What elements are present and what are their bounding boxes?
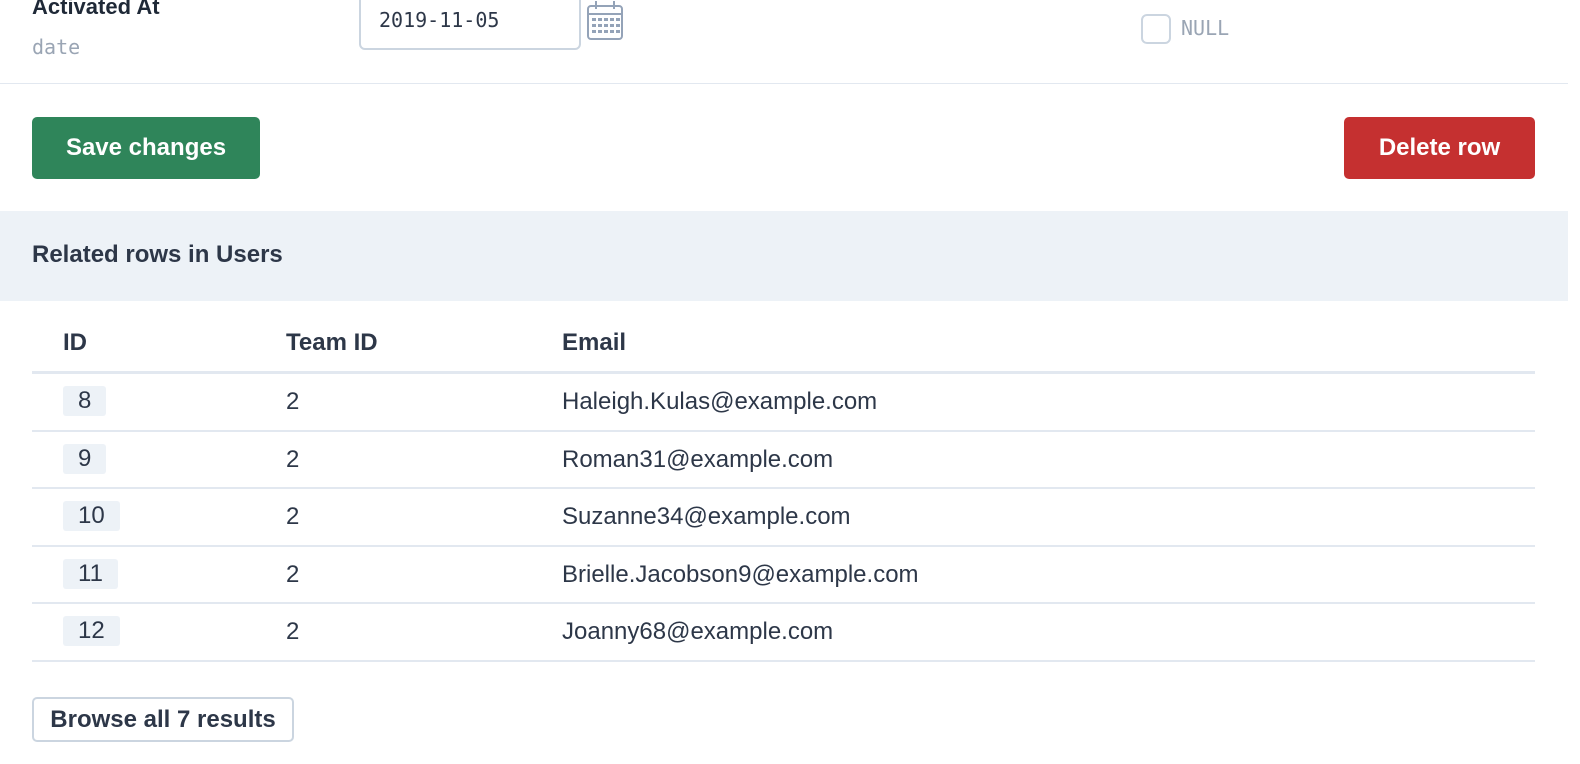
row-id-link[interactable]: 11 (63, 558, 118, 589)
row-team-id: 2 (286, 618, 300, 645)
field-label: Activated At (32, 0, 160, 19)
field-type: date (32, 35, 81, 59)
table-row: 9 2 Roman31@example.com (32, 432, 1535, 489)
row-id-link[interactable]: 10 (63, 501, 120, 531)
save-changes-button[interactable]: Save changes (32, 117, 260, 179)
calendar-icon[interactable] (586, 0, 624, 42)
row-edit-page: Activated At date 2019-11-05 NULL Save c… (0, 0, 1568, 764)
related-users-table: ID Team ID Email 8 2 Haleigh.Kulas@examp… (32, 312, 1535, 662)
table-row: 11 2 Brielle.Jacobson9@example.com (32, 547, 1535, 604)
row-id-link[interactable]: 8 (63, 386, 107, 416)
row-team-id: 2 (286, 388, 300, 415)
related-rows-title: Related rows in Users (32, 241, 283, 268)
row-email: Suzanne34@example.com (562, 503, 851, 530)
table-row: 12 2 Joanny68@example.com (32, 604, 1535, 662)
browse-all-results-button[interactable]: Browse all 7 results (32, 697, 294, 742)
null-label[interactable]: NULL (1181, 16, 1229, 40)
row-id-link[interactable]: 12 (63, 616, 120, 646)
row-team-id: 2 (286, 445, 300, 473)
row-email: Haleigh.Kulas@example.com (562, 388, 878, 415)
date-input[interactable]: 2019-11-05 (359, 0, 581, 50)
related-rows-header: Related rows in Users (0, 211, 1568, 301)
row-team-id: 2 (286, 503, 300, 530)
row-email: Roman31@example.com (562, 445, 834, 473)
delete-row-button[interactable]: Delete row (1344, 117, 1535, 179)
null-checkbox[interactable] (1141, 14, 1171, 44)
row-id-link[interactable]: 9 (63, 443, 107, 474)
column-header-id: ID (63, 329, 87, 356)
row-email: Joanny68@example.com (562, 618, 834, 645)
table-row: 10 2 Suzanne34@example.com (32, 489, 1535, 547)
row-email: Brielle.Jacobson9@example.com (562, 560, 919, 588)
table-row: 8 2 Haleigh.Kulas@example.com (32, 374, 1535, 432)
column-header-team-id: Team ID (286, 329, 378, 356)
row-team-id: 2 (286, 560, 300, 588)
field-row-activated-at: Activated At date 2019-11-05 NULL (0, 0, 1568, 84)
column-header-email: Email (562, 329, 627, 356)
table-header: ID Team ID Email (32, 312, 1535, 374)
